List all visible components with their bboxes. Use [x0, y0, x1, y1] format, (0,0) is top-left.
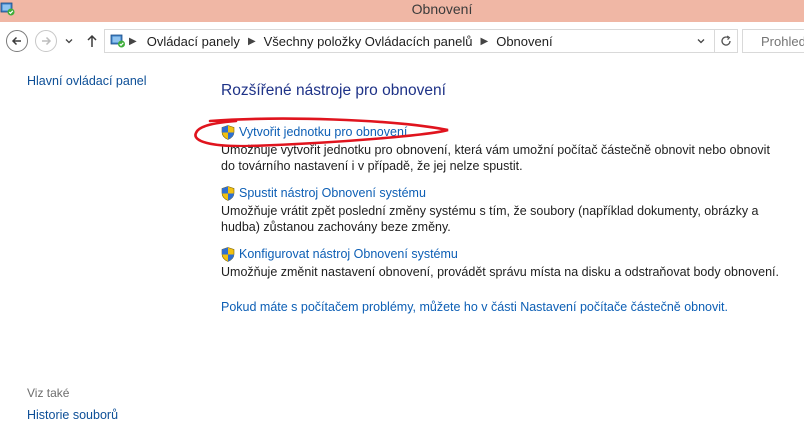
navigation-bar: ▶ Ovládací panely ▶ Všechny položky Ovlá…: [0, 22, 804, 62]
breadcrumb: ▶ Ovládací panely ▶ Všechny položky Ovlá…: [129, 30, 553, 52]
breadcrumb-item-recovery[interactable]: Obnovení: [496, 34, 552, 49]
control-panel-icon: [110, 34, 125, 48]
title-bar: Obnovení: [0, 0, 804, 22]
refresh-button[interactable]: [714, 29, 738, 53]
chevron-down-icon: [697, 39, 705, 44]
control-panel-home-link[interactable]: Hlavní ovládací panel: [27, 74, 147, 88]
forward-button[interactable]: [35, 30, 57, 52]
breadcrumb-item-control-panel[interactable]: Ovládací panely: [147, 34, 240, 49]
uac-shield-icon: [221, 124, 235, 140]
uac-shield-icon: [221, 246, 235, 262]
create-recovery-drive-link[interactable]: Vytvořit jednotku pro obnovení: [239, 125, 407, 139]
recent-locations-button[interactable]: [62, 30, 76, 52]
uac-shield-icon: [221, 185, 235, 201]
breadcrumb-separator-icon[interactable]: ▶: [481, 36, 489, 47]
refresh-pc-link[interactable]: Pokud máte s počítačem problémy, můžete …: [221, 300, 728, 314]
tool-description: Umožňuje vytvořit jednotku pro obnovení,…: [221, 143, 770, 173]
chevron-down-icon: [65, 39, 73, 44]
tool-description: Umožňuje vrátit zpět poslední změny syst…: [221, 204, 759, 234]
arrow-up-icon: [87, 34, 97, 47]
address-bar[interactable]: ▶ Ovládací panely ▶ Všechny položky Ovlá…: [104, 29, 738, 53]
breadcrumb-separator-icon[interactable]: ▶: [129, 36, 137, 47]
configure-system-restore-link[interactable]: Konfigurovat nástroj Obnovení systému: [239, 247, 458, 261]
tool-system-restore: Spustit nástroj Obnovení systému Umožňuj…: [221, 185, 781, 235]
open-system-restore-link[interactable]: Spustit nástroj Obnovení systému: [239, 186, 426, 200]
back-button[interactable]: [6, 30, 28, 52]
arrow-right-icon: [42, 36, 52, 46]
page-title: Rozšířené nástroje pro obnovení: [221, 82, 446, 99]
left-pane: Hlavní ovládací panel Viz také Historie …: [27, 62, 207, 435]
see-also-label: Viz také: [27, 386, 70, 400]
window-title: Obnovení: [411, 1, 473, 17]
address-history-button[interactable]: [692, 29, 710, 53]
file-history-link[interactable]: Historie souborů: [27, 408, 118, 422]
tool-description: Umožňuje změnit nastavení obnovení, prov…: [221, 265, 779, 279]
breadcrumb-item-all-items[interactable]: Všechny položky Ovládacích panelů: [264, 34, 473, 49]
search-input[interactable]: [742, 29, 804, 53]
breadcrumb-separator-icon[interactable]: ▶: [248, 36, 256, 47]
tool-configure-system-restore: Konfigurovat nástroj Obnovení systému Um…: [221, 246, 781, 280]
main-content: Rozšířené nástroje pro obnovení Vytvořit…: [221, 62, 804, 435]
arrow-left-icon: [11, 36, 21, 46]
up-button[interactable]: [85, 30, 99, 52]
refresh-icon: [721, 35, 731, 46]
tool-create-recovery-drive: Vytvořit jednotku pro obnovení Umožňuje …: [221, 124, 781, 174]
